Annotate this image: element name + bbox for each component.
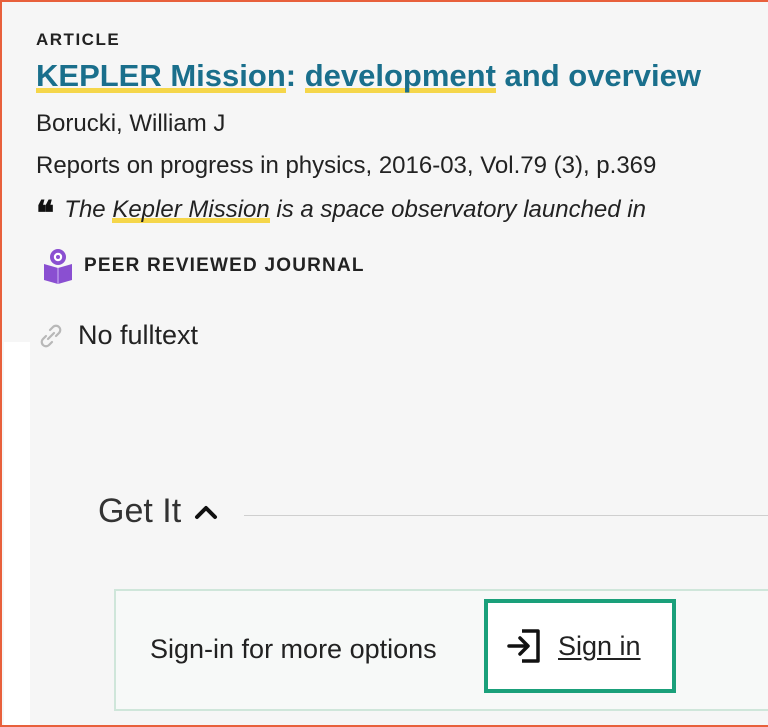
title-highlight-development[interactable]: development xyxy=(305,58,496,93)
no-fulltext-label: No fulltext xyxy=(78,320,199,350)
availability-status: No fulltext xyxy=(38,320,198,351)
result-title[interactable]: KEPLER Mission: development and overview xyxy=(36,58,701,94)
resource-type-label: ARTICLE xyxy=(36,30,121,49)
result-snippet: ❝ The Kepler Mission is a space observato… xyxy=(36,194,646,234)
snippet-post: is a space observatory launched in xyxy=(269,196,646,223)
snippet-highlight: Kepler Mission xyxy=(112,196,270,223)
get-it-divider xyxy=(244,515,768,516)
search-result-card: ARTICLE KEPLER Mission: development and … xyxy=(0,0,768,727)
link-icon xyxy=(40,324,62,347)
snippet-pre: The xyxy=(64,196,113,223)
quote-icon: ❝ xyxy=(36,194,55,234)
title-highlight-kepler[interactable]: KEPLER Mission xyxy=(36,58,286,93)
sign-in-icon xyxy=(507,629,540,663)
left-gutter xyxy=(4,342,30,725)
result-source: Reports on progress in physics, 2016-03,… xyxy=(36,152,657,179)
title-separator[interactable]: : xyxy=(286,58,305,93)
peer-reviewed-label: PEER REVIEWED JOURNAL xyxy=(84,255,365,276)
result-author: Borucki, William J xyxy=(36,110,226,137)
chevron-up-icon[interactable] xyxy=(193,503,219,521)
sign-in-prompt: Sign-in for more options xyxy=(150,634,437,664)
peer-reviewed-icon xyxy=(44,249,72,284)
sign-in-button[interactable]: Sign in xyxy=(484,599,676,693)
sign-in-label[interactable]: Sign in xyxy=(558,631,641,662)
peer-reviewed-badge: PEER REVIEWED JOURNAL xyxy=(42,246,365,286)
get-it-heading: Get It xyxy=(98,492,182,530)
title-rest[interactable]: and overview xyxy=(496,58,701,93)
get-it-section-header[interactable]: Get It xyxy=(98,492,219,531)
